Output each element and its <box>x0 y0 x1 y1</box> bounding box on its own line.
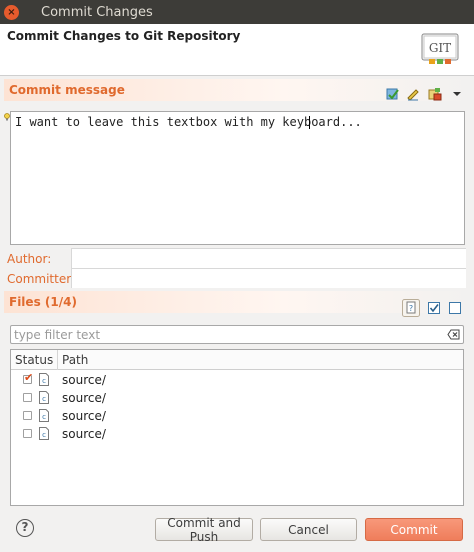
clear-filter-icon[interactable] <box>447 328 460 341</box>
cancel-button[interactable]: Cancel <box>260 518 357 541</box>
commit-and-push-button[interactable]: Commit and Push <box>155 516 253 544</box>
column-divider[interactable] <box>57 350 58 370</box>
table-row[interactable]: ✔ c source/ <box>11 371 463 389</box>
table-row[interactable]: c source/ <box>11 425 463 443</box>
author-field[interactable] <box>71 248 466 268</box>
text-caret <box>309 116 310 129</box>
table-row[interactable]: c source/ <box>11 407 463 425</box>
svg-text:c: c <box>42 431 46 439</box>
file-checkbox[interactable] <box>23 393 32 402</box>
file-path: source/ <box>62 373 106 387</box>
dialog-banner: Commit Changes to Git Repository GIT <box>0 24 474 76</box>
menu-dropdown-icon[interactable] <box>450 87 464 101</box>
commit-button[interactable]: Commit <box>365 518 463 541</box>
file-checkbox[interactable] <box>23 429 32 438</box>
svg-text:?: ? <box>409 304 413 313</box>
show-untracked-icon[interactable]: ? <box>402 299 420 317</box>
svg-text:c: c <box>42 395 46 403</box>
status-column-header[interactable]: Status <box>15 353 53 367</box>
files-section-header: Files (1/4) <box>4 291 470 313</box>
commit-message-textarea[interactable]: I want to leave this textbox with my key… <box>10 111 465 245</box>
file-path: source/ <box>62 391 106 405</box>
svg-text:c: c <box>42 413 46 421</box>
file-path: source/ <box>62 427 106 441</box>
help-icon[interactable]: ? <box>16 519 34 537</box>
file-icon: c <box>39 409 49 422</box>
path-column-header[interactable]: Path <box>62 353 88 367</box>
window-titlebar: × Commit Changes <box>0 0 474 24</box>
files-label: Files (1/4) <box>9 295 77 309</box>
git-logo-icon: GIT <box>421 33 459 64</box>
committer-label: Committer: <box>7 272 75 286</box>
author-label: Author: <box>7 252 52 266</box>
add-change-id-icon[interactable] <box>428 87 442 101</box>
commit-message-label: Commit message <box>9 83 125 97</box>
files-filter <box>10 325 464 344</box>
file-icon: c <box>39 373 49 386</box>
deselect-all-icon[interactable] <box>448 301 462 315</box>
signed-off-icon[interactable] <box>406 87 420 101</box>
files-table-header: Status Path <box>11 350 463 370</box>
file-icon: c <box>39 427 49 440</box>
file-checkbox[interactable] <box>23 411 32 420</box>
table-row[interactable]: c source/ <box>11 389 463 407</box>
file-icon: c <box>39 391 49 404</box>
file-path: source/ <box>62 409 106 423</box>
git-logo-text: GIT <box>429 41 451 55</box>
svg-text:c: c <box>42 377 46 385</box>
commit-message-section-header: Commit message <box>4 79 470 101</box>
spell-check-icon[interactable] <box>386 87 400 101</box>
checkmark-icon: ✔ <box>24 371 34 384</box>
file-checkbox[interactable]: ✔ <box>23 371 34 384</box>
committer-field[interactable] <box>71 268 466 288</box>
window-close-button[interactable]: × <box>4 4 19 20</box>
select-all-icon[interactable] <box>427 301 441 315</box>
window-title: Commit Changes <box>41 4 153 20</box>
files-table: Status Path ✔ c source/ c source/ c sour… <box>10 349 464 506</box>
dialog-heading: Commit Changes to Git Repository <box>7 29 241 43</box>
files-filter-input[interactable] <box>11 326 431 343</box>
